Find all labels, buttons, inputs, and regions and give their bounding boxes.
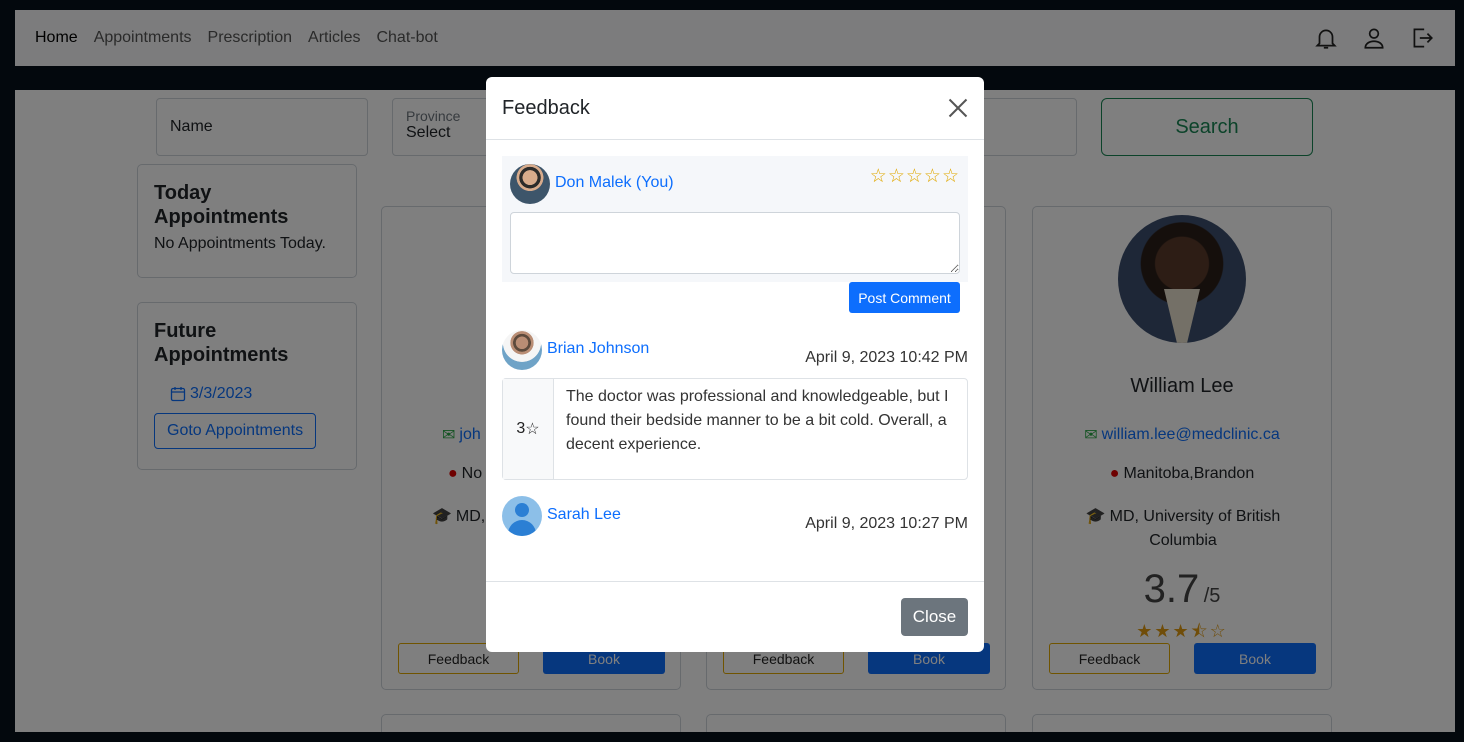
close-button[interactable]: Close xyxy=(901,598,968,636)
star-icon[interactable]: ☆ xyxy=(906,166,924,187)
modal-header: Feedback xyxy=(486,77,984,140)
review-date: April 9, 2023 10:42 PM xyxy=(805,349,968,366)
current-user-avatar xyxy=(510,164,550,204)
reviewer-name[interactable]: Brian Johnson xyxy=(547,340,649,358)
star-icon[interactable]: ☆ xyxy=(942,166,960,187)
review-text: The doctor was professional and knowledg… xyxy=(566,388,949,453)
post-comment-button[interactable]: Post Comment xyxy=(849,282,960,313)
comment-composer: Don Malek (You) ☆☆☆☆☆ xyxy=(502,156,968,282)
reviewer-name[interactable]: Sarah Lee xyxy=(547,506,621,524)
close-icon[interactable] xyxy=(948,98,968,118)
review-date: April 9, 2023 10:27 PM xyxy=(805,515,968,532)
person-icon xyxy=(515,503,529,517)
reviewer-avatar xyxy=(502,496,542,536)
review-score: 3 ☆ xyxy=(503,379,554,479)
feedback-modal: Feedback Don Malek (You) ☆☆☆☆☆ Post Comm… xyxy=(486,77,984,652)
reviewer-avatar xyxy=(502,330,542,370)
star-icon: ☆ xyxy=(525,421,540,438)
modal-footer: Close xyxy=(486,581,984,652)
star-icon[interactable]: ☆ xyxy=(870,166,888,187)
star-icon[interactable]: ☆ xyxy=(888,166,906,187)
comment-textarea[interactable] xyxy=(510,212,960,274)
current-user-name[interactable]: Don Malek (You) xyxy=(555,174,674,192)
star-icon[interactable]: ☆ xyxy=(924,166,942,187)
rating-star-selector: ☆☆☆☆☆ xyxy=(870,165,960,188)
review-body: 3 ☆ The doctor was professional and knowl… xyxy=(502,378,968,480)
modal-title: Feedback xyxy=(502,96,590,119)
